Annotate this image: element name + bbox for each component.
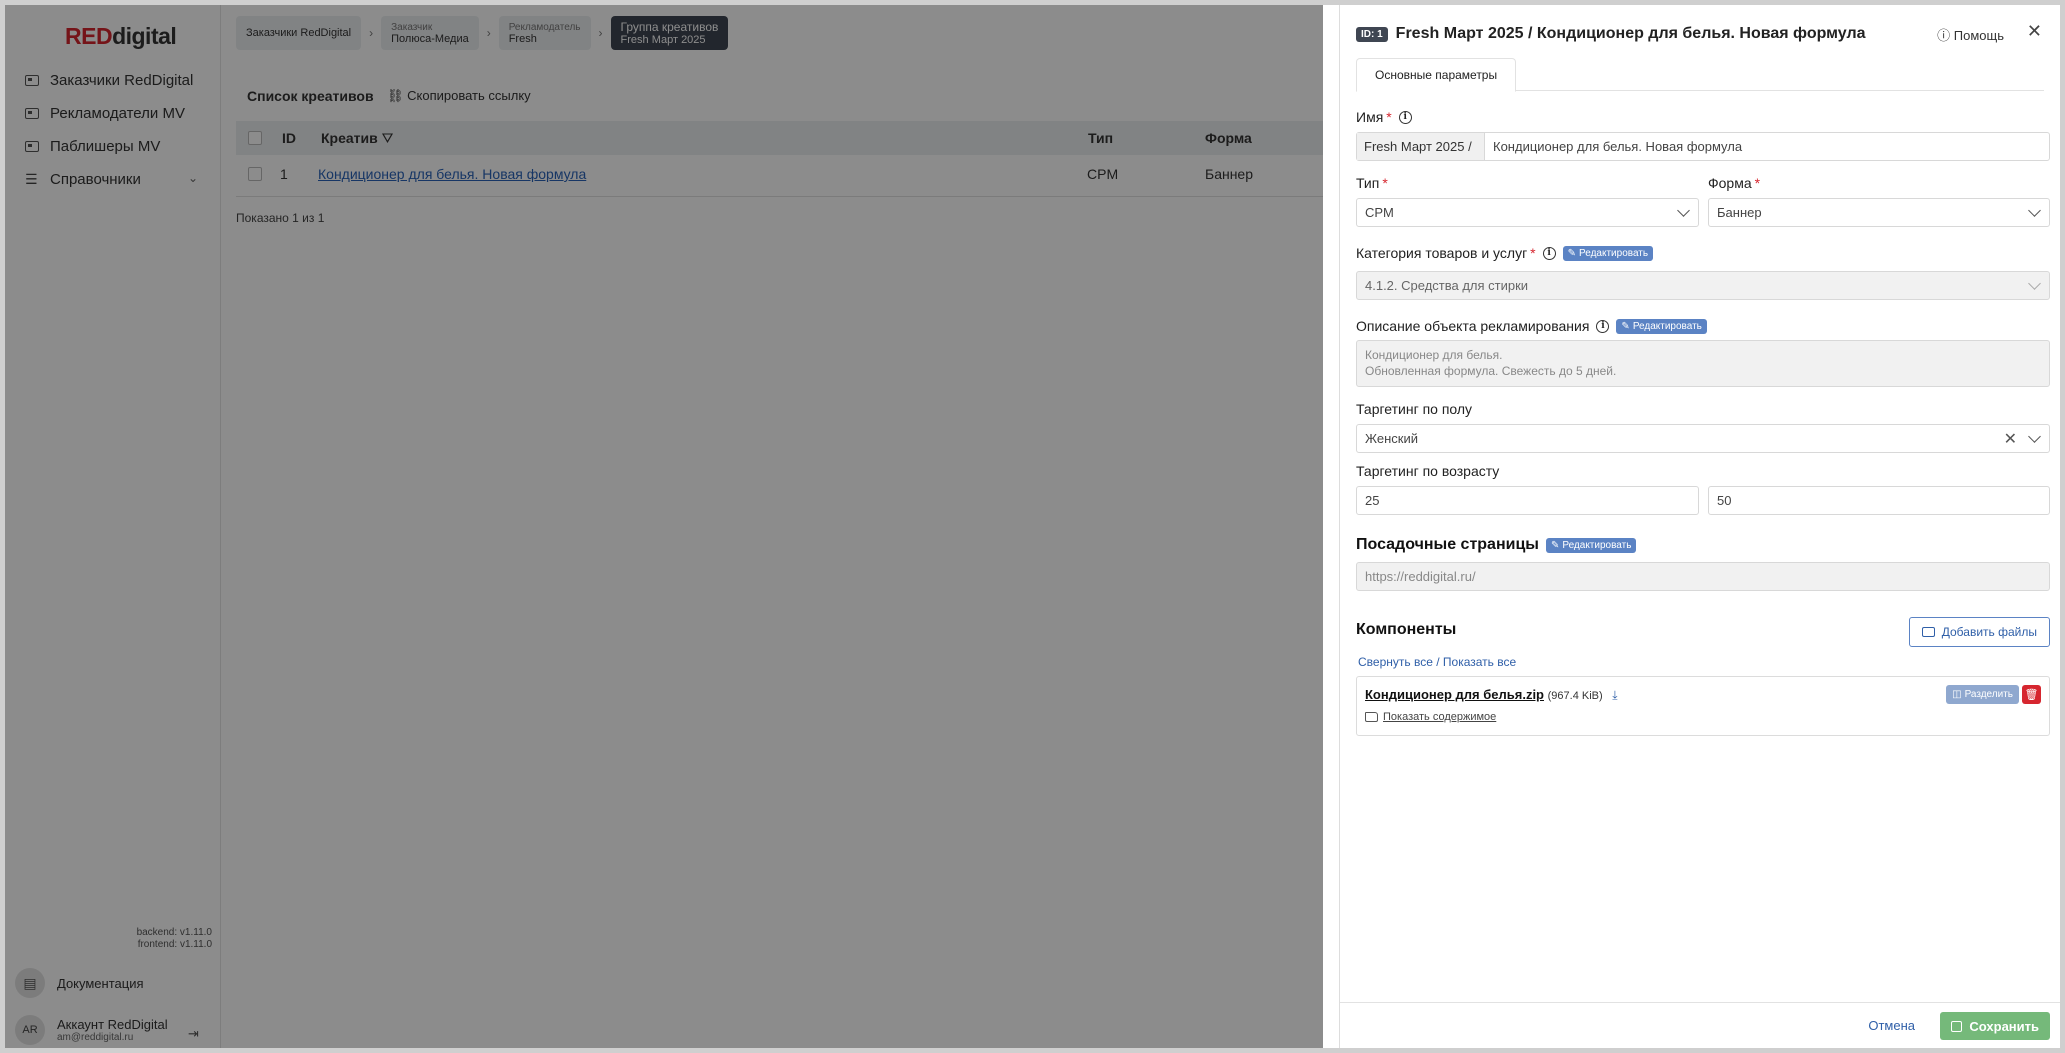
type-select[interactable]: CPM — [1356, 198, 1699, 227]
gender-select[interactable]: Женский ✕ — [1356, 424, 2050, 453]
tab-main-params[interactable]: Основные параметры — [1356, 58, 1517, 92]
show-content-label: Показать содержимое — [1383, 711, 1497, 723]
landing-url: https://reddigital.ru/ — [1365, 569, 1476, 584]
chevron-down-icon — [2028, 277, 2041, 290]
id-badge: ID: 1 — [1356, 26, 1388, 42]
save-button[interactable]: Сохранить — [1940, 1012, 2050, 1040]
show-content-button[interactable]: Показать содержимое — [1365, 711, 1496, 723]
components-title: Компоненты — [1356, 621, 1457, 638]
age-from-value: 25 — [1365, 493, 1380, 508]
info-icon[interactable]: i — [1542, 246, 1556, 260]
file-size: (967.4 KiB) — [1547, 690, 1603, 702]
gender-label: Таргетинг по полу — [1356, 401, 1473, 417]
tabs: Основные параметры — [1356, 58, 2044, 92]
type-label: Тип * — [1356, 175, 1388, 191]
form-select[interactable]: Баннер — [1708, 198, 2050, 227]
separator: / — [1432, 655, 1443, 669]
drawer-header: ID: 1 Fresh Март 2025 / Кондиционер для … — [1356, 21, 2044, 47]
description-edit-button[interactable]: ✎ Редактировать — [1616, 318, 1707, 334]
component-file: Кондиционер для белья.zip (967.4 KiB) ⤓ — [1365, 687, 1618, 703]
info-icon[interactable]: i — [1398, 110, 1412, 124]
help-button[interactable]: ⓘ Помощь — [1937, 25, 2004, 44]
name-prefix: Fresh Март 2025 / — [1357, 133, 1485, 160]
drawer-footer: Отмена Сохранить — [1340, 1002, 2060, 1048]
name-label: Имя * i — [1356, 109, 1412, 125]
creative-drawer: ID: 1 Fresh Март 2025 / Кондиционер для … — [1339, 5, 2060, 1048]
type-value: CPM — [1365, 205, 1394, 220]
name-field[interactable]: Fresh Март 2025 / Кондиционер для белья.… — [1356, 132, 2050, 161]
pencil-icon: ✎ — [1621, 320, 1630, 332]
component-item: Кондиционер для белья.zip (967.4 KiB) ⤓ … — [1356, 676, 2050, 736]
clear-icon[interactable]: ✕ — [2004, 429, 2017, 449]
file-name-link[interactable]: Кондиционер для белья.zip — [1365, 687, 1544, 702]
edit-label: Редактировать — [1579, 247, 1649, 259]
split-label: Разделить — [1964, 689, 2013, 700]
category-label-text: Категория товаров и услуг — [1356, 245, 1528, 261]
landing-title: Посадочные страницы — [1356, 536, 1539, 553]
modal-overlay[interactable] — [5, 5, 1323, 1048]
chevron-down-icon — [2028, 204, 2041, 217]
name-value: Кондиционер для белья. Новая формула — [1493, 139, 1743, 154]
required-mark: * — [1386, 109, 1392, 125]
category-value: 4.1.2. Средства для стирки — [1365, 278, 1529, 293]
pencil-icon: ✎ — [1567, 247, 1577, 259]
form-value: Баннер — [1717, 205, 1762, 220]
split-button[interactable]: ◫ Разделить — [1946, 685, 2019, 704]
name-label-text: Имя — [1356, 109, 1384, 125]
collapse-expand-links: Свернуть все / Показать все — [1358, 655, 1516, 669]
landing-url-field: https://reddigital.ru/ — [1356, 562, 2050, 591]
trash-icon[interactable]: 🗑 — [2022, 685, 2041, 704]
edit-label: Редактировать — [1632, 320, 1702, 332]
add-files-label: Добавить файлы — [1941, 625, 2037, 639]
floppy-icon — [1951, 1020, 1963, 1032]
form-label-text: Форма — [1708, 175, 1752, 191]
description-label-text: Описание объекта рекламирования — [1356, 318, 1590, 334]
age-label: Таргетинг по возрасту — [1356, 463, 1500, 479]
cancel-button[interactable]: Отмена — [1868, 1018, 1915, 1033]
add-files-button[interactable]: Добавить файлы — [1908, 617, 2050, 647]
download-icon[interactable]: ⤓ — [1612, 688, 1617, 702]
required-mark: * — [1382, 175, 1388, 191]
age-to-value: 50 — [1717, 493, 1732, 508]
required-mark: * — [1530, 245, 1536, 261]
description-line: Обновленная формула. Свежесть до 5 дней. — [1365, 364, 1617, 378]
form-label: Форма * — [1708, 175, 1760, 191]
type-label-text: Тип — [1356, 175, 1380, 191]
save-label: Сохранить — [1969, 1018, 2039, 1034]
description-textarea: Кондиционер для белья. Обновленная форму… — [1356, 340, 2050, 387]
pencil-icon: ✎ — [1550, 539, 1560, 551]
split-icon: ◫ — [1952, 689, 1962, 700]
category-label: Категория товаров и услуг * i ✎ Редактирова… — [1356, 245, 1654, 261]
description-line: Кондиционер для белья. — [1365, 348, 1503, 362]
required-mark: * — [1754, 175, 1761, 191]
category-select: 4.1.2. Средства для стирки — [1356, 271, 2050, 300]
landing-section: Посадочные страницы ✎ Редактировать — [1356, 536, 1637, 554]
landing-edit-button[interactable]: ✎ Редактировать — [1545, 537, 1637, 553]
question-icon: ⓘ — [1937, 28, 1951, 43]
info-icon[interactable]: i — [1596, 319, 1610, 333]
help-label: Помощь — [1953, 28, 2004, 43]
edit-label: Редактировать — [1562, 539, 1632, 551]
collapse-all-link[interactable]: Свернуть все — [1358, 655, 1433, 669]
chevron-down-icon — [2028, 430, 2041, 443]
close-icon[interactable]: ✕ — [2027, 21, 2042, 42]
show-all-link[interactable]: Показать все — [1443, 655, 1516, 669]
folder-icon — [1365, 712, 1378, 722]
category-edit-button[interactable]: ✎ Редактировать — [1562, 245, 1654, 261]
chevron-down-icon — [1677, 204, 1690, 217]
age-to-input[interactable]: 50 — [1708, 486, 2050, 515]
gender-value: Женский — [1365, 431, 1418, 446]
age-from-input[interactable]: 25 — [1356, 486, 1699, 515]
description-label: Описание объекта рекламирования i ✎ Редакт… — [1356, 318, 1707, 334]
drawer-title: Fresh Март 2025 / Кондиционер для белья.… — [1395, 25, 1866, 42]
image-icon — [1921, 627, 1935, 637]
